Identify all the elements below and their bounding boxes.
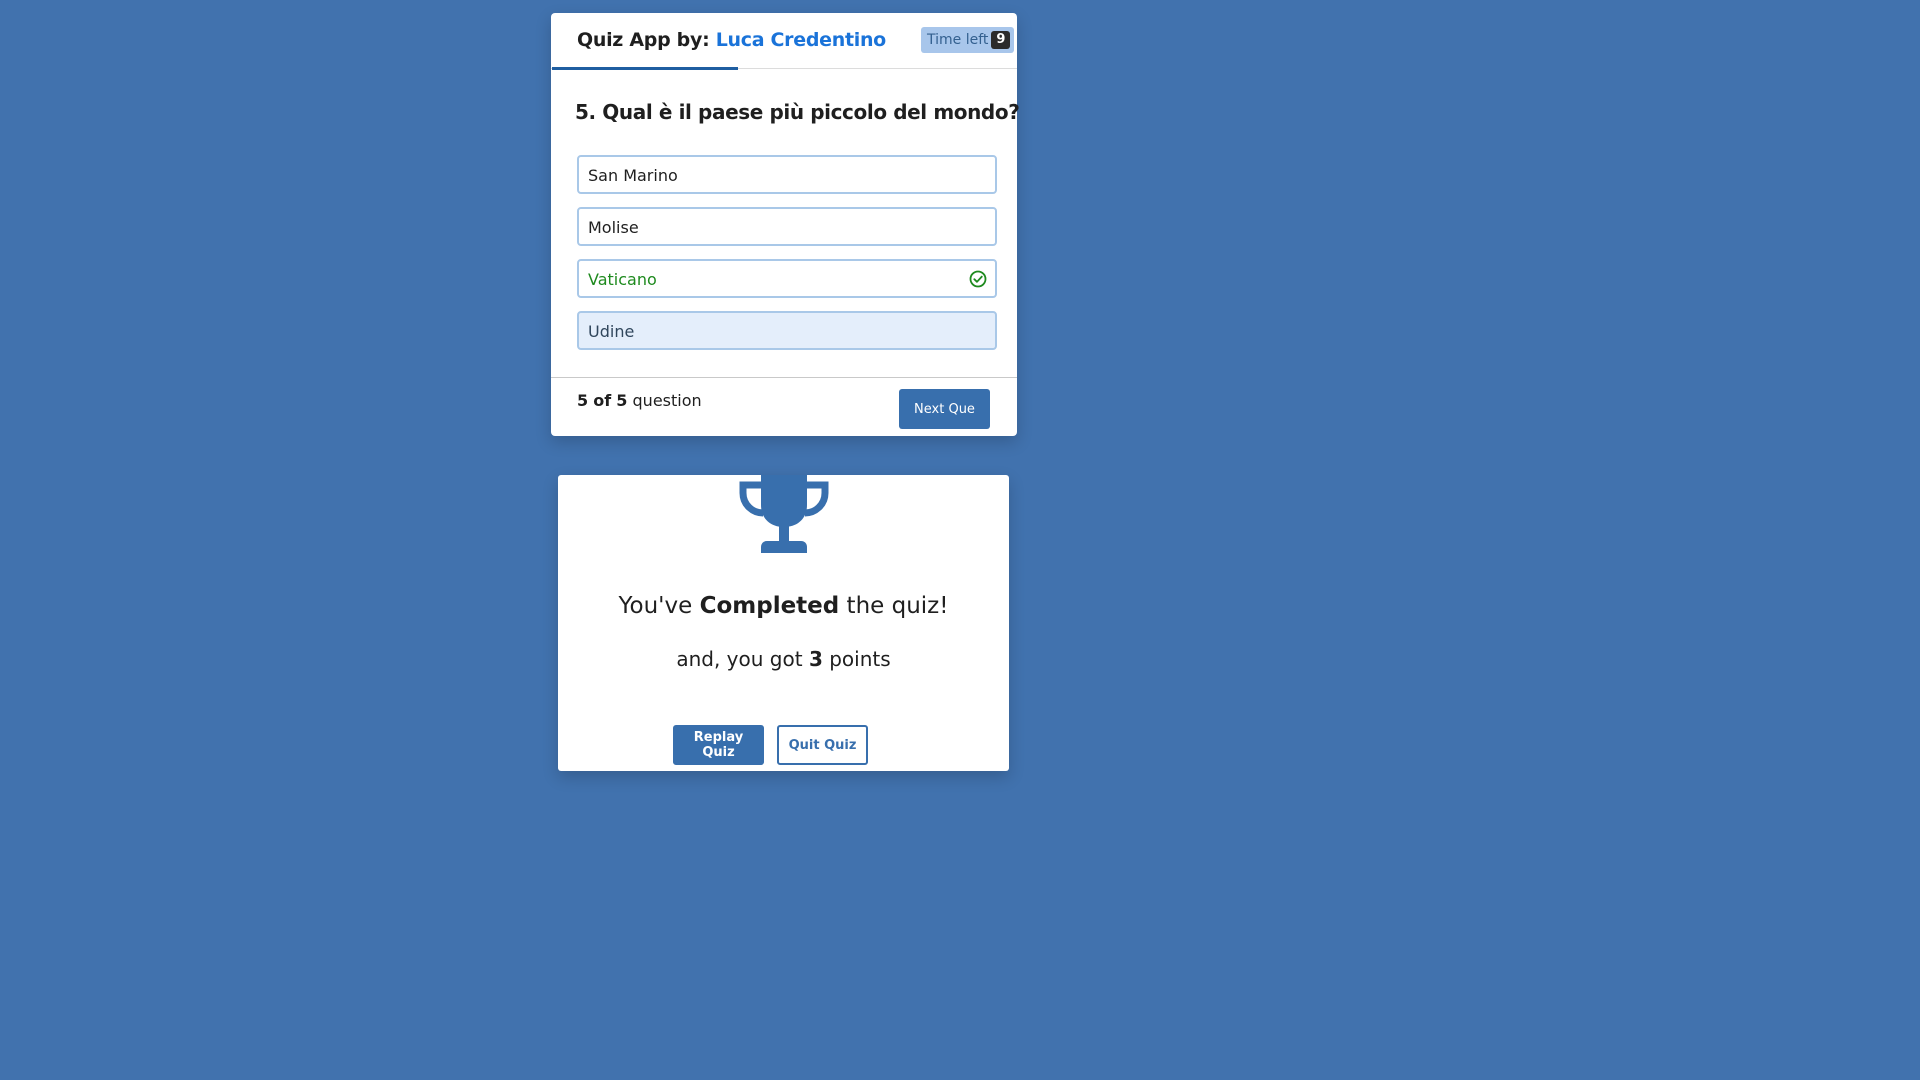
trophy-icon bbox=[739, 475, 829, 553]
quit-quiz-button[interactable]: Quit Quiz bbox=[777, 725, 868, 765]
app-title: Quiz App by: Luca Credentino bbox=[577, 29, 886, 51]
timer-seconds: 9 bbox=[991, 31, 1011, 49]
counter-total: 5 bbox=[616, 391, 628, 410]
option-label: San Marino bbox=[588, 166, 678, 185]
app-author: Luca Credentino bbox=[715, 29, 887, 51]
replay-quiz-button[interactable]: Replay Quiz bbox=[673, 725, 764, 765]
score-message: and, you got 3 points bbox=[558, 647, 1009, 671]
score-suffix: points bbox=[829, 647, 891, 671]
completion-prefix: You've bbox=[618, 593, 693, 619]
result-box: You've Completed the quiz! and, you got … bbox=[558, 475, 1009, 771]
option-label: Udine bbox=[588, 322, 635, 341]
score-value: 3 bbox=[808, 647, 823, 671]
completion-suffix: the quiz! bbox=[846, 593, 949, 619]
option-udine[interactable]: Udine bbox=[577, 311, 997, 350]
counter-suffix: question bbox=[632, 391, 702, 410]
completion-bold: Completed bbox=[699, 593, 840, 619]
footer-divider bbox=[551, 377, 1017, 378]
question-number: 5. bbox=[575, 100, 596, 124]
completion-message: You've Completed the quiz! bbox=[558, 593, 1009, 619]
question-text: 5. Qual è il paese più piccolo del mondo… bbox=[575, 100, 1020, 124]
question-counter: 5 of 5 question bbox=[577, 391, 702, 410]
option-san-marino[interactable]: San Marino bbox=[577, 155, 997, 194]
timer-label: Time left bbox=[927, 32, 989, 48]
question-body: Qual è il paese più piccolo del mondo? bbox=[602, 100, 1020, 124]
counter-current: 5 bbox=[577, 391, 589, 410]
option-molise[interactable]: Molise bbox=[577, 207, 997, 246]
counter-of: of bbox=[593, 391, 612, 410]
quiz-box: Quiz App by: Luca Credentino Time left 9… bbox=[551, 13, 1020, 436]
app-title-prefix: Quiz App by: bbox=[577, 29, 710, 51]
timer: Time left 9 bbox=[921, 27, 1014, 53]
score-prefix: and, you got bbox=[676, 647, 803, 671]
next-question-button[interactable]: Next Que bbox=[899, 389, 990, 429]
option-vaticano[interactable]: Vaticano bbox=[577, 259, 997, 298]
option-label: Molise bbox=[588, 218, 639, 237]
quiz-header: Quiz App by: Luca Credentino Time left 9 bbox=[551, 13, 1017, 69]
check-circle-icon bbox=[969, 270, 987, 288]
option-label: Vaticano bbox=[588, 270, 657, 289]
time-progress-line bbox=[552, 67, 738, 70]
